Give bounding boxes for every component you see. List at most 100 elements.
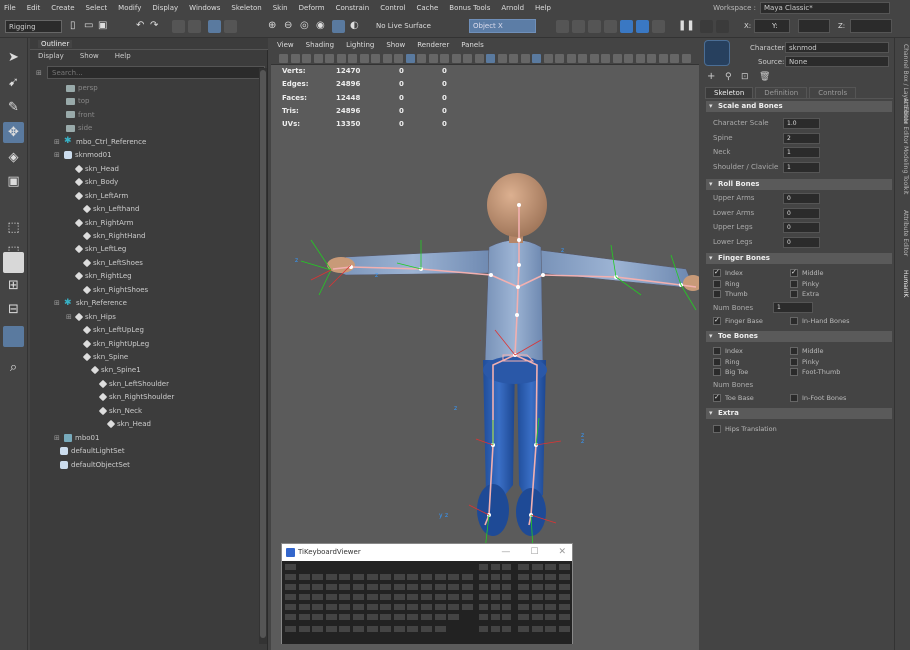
key[interactable] — [478, 603, 489, 611]
outliner-item[interactable]: sknmod01 — [64, 149, 112, 162]
key[interactable] — [433, 625, 447, 633]
magnet-icon[interactable] — [224, 20, 237, 33]
key[interactable] — [501, 613, 512, 621]
menu-modify[interactable]: Modify — [118, 4, 141, 12]
key[interactable] — [544, 613, 557, 621]
viewport-tool-icon[interactable] — [647, 54, 656, 63]
search-icon[interactable]: ⌕ — [4, 358, 23, 377]
menu-deform[interactable]: Deform — [299, 4, 325, 12]
outliner-filter-icon[interactable]: ⊞ — [36, 69, 42, 77]
key[interactable] — [284, 625, 297, 633]
expand-icon[interactable]: ⊞ — [66, 313, 72, 321]
outliner-item[interactable]: defaultObjectSet — [60, 459, 130, 472]
number-field[interactable]: 1 — [783, 147, 820, 158]
select-tool-icon[interactable]: ➤ — [4, 48, 23, 67]
outliner-item[interactable]: ✱ skn_Reference — [64, 297, 127, 310]
viewport-menu-view[interactable]: View — [277, 38, 294, 52]
key[interactable] — [460, 583, 474, 591]
outliner-item[interactable]: ✱ mbo_Ctrl_Reference — [64, 136, 146, 149]
key[interactable] — [489, 593, 501, 601]
viewport-tool-icon[interactable] — [474, 54, 484, 63]
coord-y-field[interactable] — [798, 19, 830, 33]
key[interactable] — [501, 593, 512, 601]
key[interactable] — [460, 573, 474, 581]
key[interactable] — [447, 583, 461, 591]
key[interactable] — [557, 603, 571, 611]
key[interactable] — [557, 573, 571, 581]
key[interactable] — [478, 573, 489, 581]
viewport-tool-icon[interactable] — [382, 54, 392, 63]
key[interactable] — [311, 625, 325, 633]
key[interactable] — [460, 593, 474, 601]
perspective-layout-button[interactable] — [3, 252, 24, 273]
key[interactable] — [392, 593, 406, 601]
outliner-item[interactable]: top — [66, 95, 89, 108]
snap-view-icon[interactable]: ◉ — [316, 20, 325, 32]
key[interactable] — [447, 603, 461, 611]
outliner-item[interactable]: skn_RightHand — [82, 230, 146, 243]
viewport-tool-icon[interactable] — [635, 54, 645, 63]
key[interactable] — [544, 625, 557, 633]
viewport-menu-lighting[interactable]: Lighting — [346, 38, 374, 52]
outliner-item[interactable]: skn_Head — [74, 163, 119, 176]
menu-control[interactable]: Control — [380, 4, 405, 12]
key[interactable] — [517, 593, 530, 601]
key[interactable] — [517, 603, 530, 611]
key[interactable] — [433, 583, 447, 591]
key[interactable] — [284, 573, 297, 581]
number-field[interactable]: 0 — [783, 236, 820, 248]
key[interactable] — [352, 625, 365, 633]
key[interactable] — [324, 573, 338, 581]
key[interactable] — [517, 573, 530, 581]
layout-outliner-icon[interactable]: ⊟ — [4, 300, 23, 319]
checkbox[interactable] — [713, 368, 721, 376]
key[interactable] — [420, 625, 433, 633]
key[interactable] — [544, 603, 557, 611]
outliner-item[interactable]: side — [66, 122, 92, 135]
key[interactable] — [478, 583, 489, 591]
outliner-item[interactable]: skn_Body — [74, 176, 118, 189]
key[interactable] — [501, 573, 512, 581]
key[interactable] — [392, 603, 406, 611]
paint-select-icon[interactable]: ✎ — [4, 98, 23, 117]
key[interactable] — [365, 603, 379, 611]
outliner-item[interactable]: skn_RightShoulder — [98, 391, 174, 404]
key[interactable] — [297, 603, 311, 611]
key[interactable] — [447, 593, 461, 601]
checkbox[interactable] — [790, 368, 798, 376]
outliner-item[interactable]: defaultLightSet — [60, 445, 125, 458]
key[interactable] — [311, 593, 325, 601]
outliner-item[interactable]: front — [66, 109, 95, 122]
checkbox[interactable] — [790, 317, 798, 325]
outliner-item[interactable]: skn_RightLeg — [74, 270, 132, 283]
outliner-item[interactable]: skn_RightUpLeg — [82, 338, 149, 351]
viewport-tool-icon[interactable] — [428, 54, 438, 63]
outliner-item[interactable]: skn_Spine1 — [90, 364, 141, 377]
key[interactable] — [530, 625, 544, 633]
viewport-tool-icon[interactable] — [578, 54, 587, 63]
key[interactable] — [501, 563, 512, 571]
number-field[interactable]: 0 — [783, 207, 820, 219]
viewport-tool-icon[interactable] — [589, 54, 599, 63]
key[interactable] — [338, 613, 352, 621]
viewport-tool-icon[interactable] — [279, 54, 288, 63]
render-view-icon[interactable] — [652, 20, 665, 33]
key[interactable] — [433, 613, 447, 621]
key[interactable] — [460, 603, 474, 611]
key[interactable] — [284, 563, 297, 571]
viewport-tool-icon[interactable] — [451, 54, 461, 63]
key[interactable] — [406, 583, 420, 591]
key[interactable] — [420, 603, 433, 611]
key[interactable] — [297, 613, 311, 621]
key[interactable] — [324, 603, 338, 611]
key[interactable] — [324, 583, 338, 591]
viewport-tool-icon[interactable] — [313, 54, 323, 63]
key[interactable] — [544, 583, 557, 591]
object-selection-field[interactable]: Object X — [469, 19, 536, 33]
layout-icon[interactable]: ⊞ — [4, 276, 23, 295]
keyboard-viewer-window[interactable]: TiKeyboardViewer — ☐ ✕ — [281, 543, 573, 644]
key[interactable] — [338, 625, 352, 633]
menu-edit[interactable]: Edit — [27, 4, 41, 12]
key[interactable] — [324, 613, 338, 621]
outliner-item[interactable]: skn_LeftShoulder — [98, 378, 169, 391]
